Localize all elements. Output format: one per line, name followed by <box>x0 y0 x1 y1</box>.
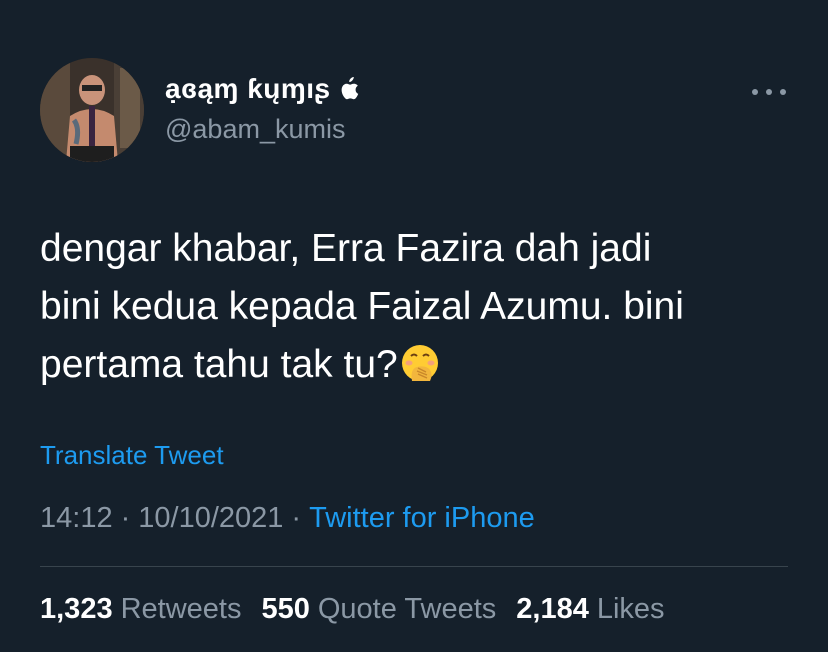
quote-tweets-stat[interactable]: 550 Quote Tweets <box>261 593 496 626</box>
tweet-source-link[interactable]: Twitter for iPhone <box>309 502 535 534</box>
apple-icon <box>341 77 358 100</box>
tweet-meta: 14:12 · 10/10/2021 · Twitter for iPhone <box>40 502 535 535</box>
tweet-text-line-last: pertama tahu tak tu? <box>40 336 780 394</box>
retweets-count: 1,323 <box>40 593 113 625</box>
quote-tweets-count: 550 <box>261 593 310 625</box>
retweets-label: Retweets <box>120 593 242 625</box>
likes-count: 2,184 <box>516 593 589 625</box>
tweet-text-line: bini kedua kepada Faizal Azumu. bini <box>40 285 684 328</box>
quote-tweets-label: Quote Tweets <box>317 593 497 625</box>
likes-label: Likes <box>596 593 665 625</box>
face-with-hand-over-mouth-emoji <box>401 345 438 381</box>
retweets-stat[interactable]: 1,323 Retweets <box>40 593 241 626</box>
more-dot-icon <box>766 89 772 95</box>
translate-tweet-link[interactable]: Translate Tweet <box>40 440 224 471</box>
more-dot-icon <box>752 89 758 95</box>
tweet-time[interactable]: 14:12 <box>40 502 113 534</box>
tweet-text-line: dengar khabar, Erra Fazira dah jadi <box>40 227 652 270</box>
tweet-date[interactable]: 10/10/2021 <box>138 502 283 534</box>
divider <box>40 566 788 567</box>
more-options-button[interactable] <box>752 77 786 107</box>
user-handle[interactable]: @abam_kumis <box>165 114 345 145</box>
avatar-photo <box>40 58 144 162</box>
avatar[interactable] <box>40 58 144 162</box>
tweet-text-line: pertama tahu tak tu? <box>40 343 398 386</box>
display-name-text[interactable]: ạɞąɱ ƙųɱıʂ <box>165 73 331 105</box>
display-name[interactable]: ạɞąɱ ƙųɱıʂ <box>165 73 359 105</box>
likes-stat[interactable]: 2,184 Likes <box>516 593 664 626</box>
meta-separator: · <box>120 502 131 534</box>
tweet-detail: ạɞąɱ ƙųɱıʂ @abam_kumis dengar khabar, Er… <box>0 0 828 652</box>
meta-separator: · <box>291 502 302 534</box>
tweet-stats: 1,323 Retweets 550 Quote Tweets 2,184 Likes <box>40 593 685 626</box>
tweet-text: dengar khabar, Erra Fazira dah jadi bini… <box>40 220 780 394</box>
more-dot-icon <box>780 89 786 95</box>
